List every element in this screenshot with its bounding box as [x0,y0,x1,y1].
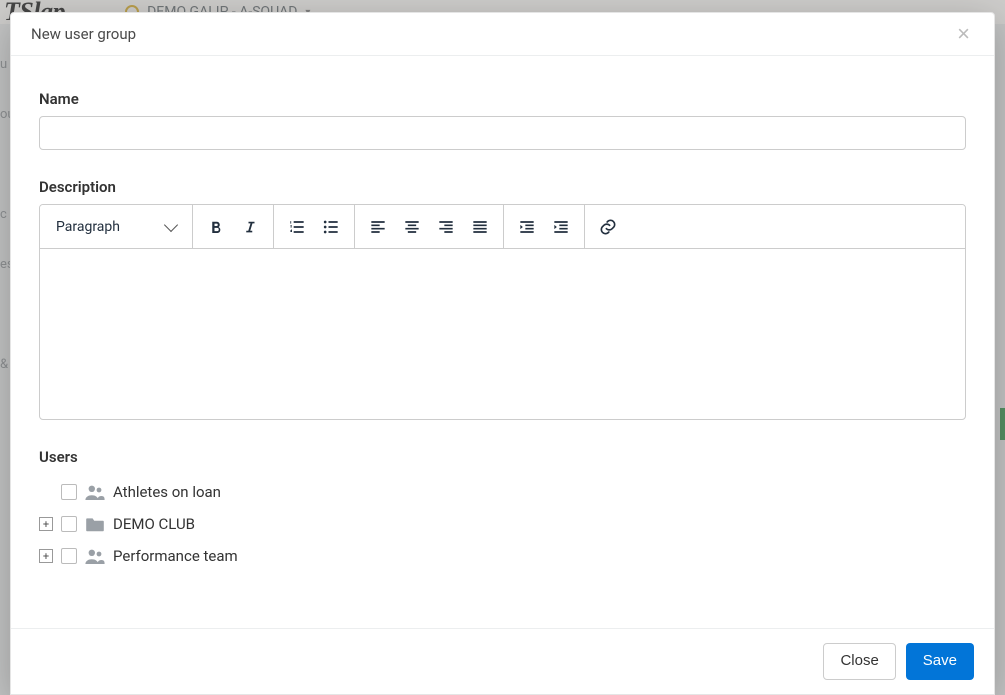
modal-header: New user group × [11,13,994,56]
close-icon[interactable]: × [953,23,974,45]
tree-item-label[interactable]: Athletes on loan [113,483,221,501]
tree-expand-toggle[interactable]: + [39,517,53,531]
block-format-dropdown[interactable]: Paragraph [46,210,186,244]
description-editor-area[interactable] [40,249,965,419]
align-right-icon [436,217,456,237]
description-label: Description [39,178,966,196]
ordered-list-button[interactable] [280,210,314,244]
tree-item-label[interactable]: DEMO CLUB [113,515,195,533]
tree-row-athletes-on-loan: Athletes on loan [39,476,966,508]
save-button[interactable]: Save [906,643,974,680]
name-input[interactable] [39,116,966,150]
modal-body: Name Description Paragraph [11,56,994,628]
ordered-list-icon [287,217,307,237]
new-user-group-modal: New user group × Name Description Paragr… [10,12,995,695]
bold-icon [207,218,225,236]
toolbar-group-format: Paragraph [40,205,193,248]
toolbar-group-align [355,205,504,248]
tree-checkbox[interactable] [61,516,77,532]
users-tree: Athletes on loan + DEMO CLUB + Performan… [39,476,966,572]
outdent-icon [517,217,537,237]
unordered-list-icon [321,217,341,237]
align-right-button[interactable] [429,210,463,244]
align-center-button[interactable] [395,210,429,244]
close-button[interactable]: Close [823,643,895,680]
align-center-icon [402,217,422,237]
toolbar-group-lists [274,205,355,248]
italic-button[interactable] [233,210,267,244]
align-left-button[interactable] [361,210,395,244]
tree-item-label[interactable]: Performance team [113,547,238,565]
tree-row-performance-team: + Performance team [39,540,966,572]
toolbar-group-inline [193,205,274,248]
bold-button[interactable] [199,210,233,244]
group-icon [85,484,105,500]
indent-icon [551,217,571,237]
name-label: Name [39,90,966,108]
group-icon [85,548,105,564]
align-justify-icon [470,217,490,237]
tree-checkbox[interactable] [61,484,77,500]
toolbar-group-link [585,205,631,248]
toolbar-group-indent [504,205,585,248]
editor-toolbar: Paragraph [40,205,965,249]
tree-checkbox[interactable] [61,548,77,564]
italic-icon [241,218,259,236]
tree-expander-spacer [39,485,53,499]
users-label: Users [39,448,966,466]
rich-text-editor: Paragraph [39,204,966,420]
align-left-icon [368,217,388,237]
tree-row-demo-club: + DEMO CLUB [39,508,966,540]
unordered-list-button[interactable] [314,210,348,244]
folder-icon [85,516,105,532]
link-button[interactable] [591,210,625,244]
modal-footer: Close Save [11,628,994,694]
tree-expand-toggle[interactable]: + [39,549,53,563]
align-justify-button[interactable] [463,210,497,244]
block-format-label: Paragraph [56,219,120,235]
link-icon [598,217,618,237]
modal-title: New user group [31,25,136,43]
indent-button[interactable] [544,210,578,244]
chevron-down-icon [164,217,178,231]
outdent-button[interactable] [510,210,544,244]
